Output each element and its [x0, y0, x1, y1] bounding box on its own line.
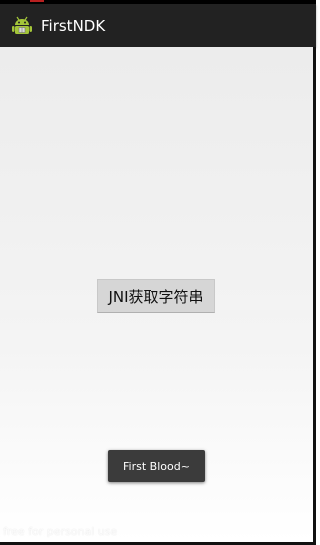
jni-get-string-button[interactable]: JNI获取字符串 [97, 279, 215, 313]
action-bar: FirstNDK [0, 4, 316, 47]
screen-edge-right [313, 47, 316, 542]
app-title: FirstNDK [41, 16, 106, 35]
watermark-text: free for personal use [3, 525, 118, 538]
toast-message: First Blood~ [108, 450, 205, 482]
status-indicator [30, 0, 44, 2]
android-icon [11, 15, 33, 37]
